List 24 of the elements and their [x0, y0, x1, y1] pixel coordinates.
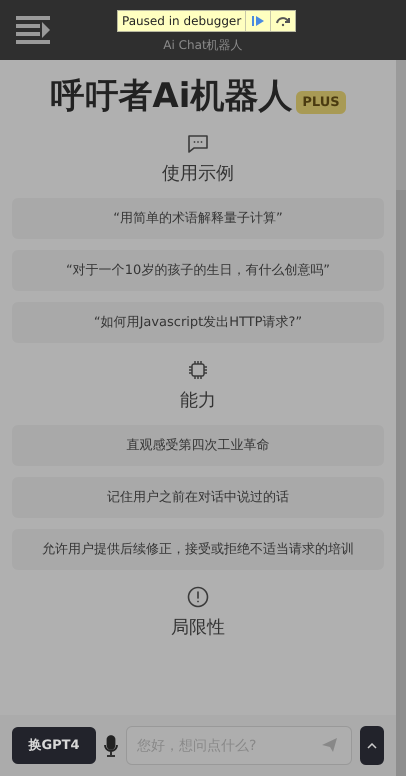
caret-up-icon	[367, 742, 377, 748]
step-over-icon	[275, 15, 292, 27]
resume-icon	[252, 15, 264, 27]
plus-badge: PLUS	[296, 90, 346, 114]
menu-icon[interactable]	[16, 16, 52, 44]
info-note: 允许用户提供后续修正，接受或拒绝不适当请求的培训	[12, 529, 384, 570]
scroll-up-button[interactable]	[360, 726, 384, 765]
example-prompt[interactable]: “用简单的术语解释量子计算”	[12, 198, 384, 239]
debugger-label: Paused in debugger	[121, 13, 242, 30]
hero-title: 呼吁者Ai机器人	[50, 75, 292, 118]
section-heading: 局限性	[171, 616, 225, 640]
example-prompt[interactable]: “如何用Javascript发出HTTP请求?”	[12, 302, 384, 343]
scrollbar[interactable]	[396, 60, 406, 776]
chip-icon	[187, 359, 209, 381]
chat-bubble-icon	[187, 134, 209, 154]
microphone-icon[interactable]	[104, 734, 118, 756]
section-heading: 使用示例	[162, 162, 234, 186]
switch-model-button[interactable]: 换GPT4	[12, 727, 96, 764]
info-note: 记住用户之前在对话中说过的话	[12, 477, 384, 518]
info-note: 直观感受第四次工业革命	[12, 425, 384, 466]
warning-icon	[187, 586, 209, 608]
example-prompt[interactable]: “对于一个10岁的孩子的生日，有什么创意吗”	[12, 250, 384, 291]
header-title: Ai Chat机器人	[162, 38, 244, 52]
section-heading: 能力	[180, 389, 216, 413]
